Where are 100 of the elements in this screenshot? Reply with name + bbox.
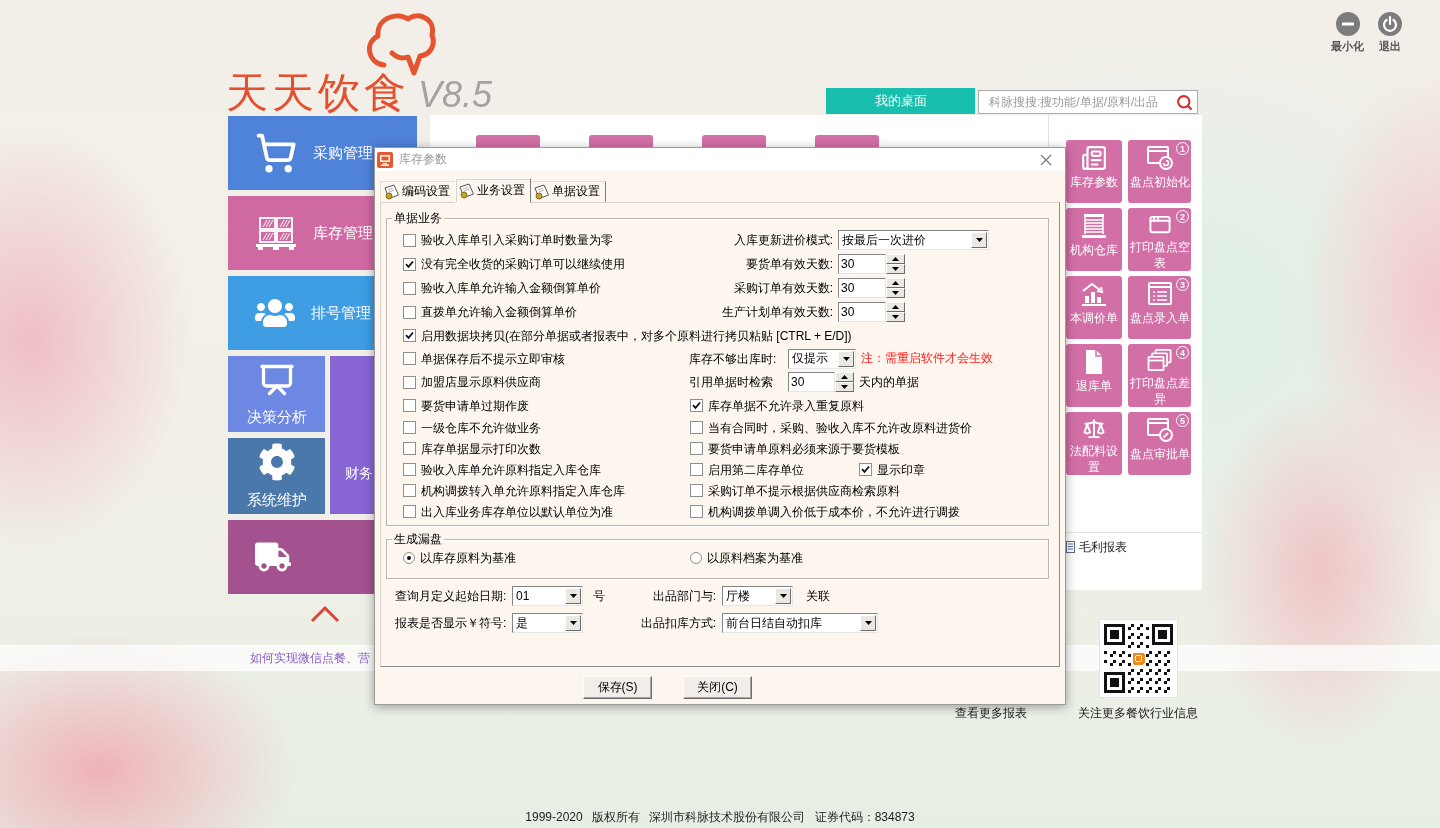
checkbox[interactable] (403, 463, 416, 476)
dropdown-button[interactable] (971, 232, 987, 248)
dropdown-button[interactable] (838, 350, 854, 367)
checkbox[interactable] (403, 399, 416, 412)
caret-down-icon (864, 621, 872, 625)
checkbox[interactable] (859, 463, 872, 476)
power-icon (1378, 12, 1402, 36)
nav-tile[interactable]: 系统维护 (228, 438, 325, 514)
checkbox[interactable] (690, 399, 703, 412)
spin-down-button[interactable] (886, 264, 905, 274)
caret-down-icon (892, 291, 899, 295)
radio-button[interactable] (403, 552, 415, 564)
dropdown-button[interactable] (565, 615, 581, 631)
radio-label: 以库存原料为基准 (420, 551, 516, 565)
spin-down-button[interactable] (886, 288, 905, 298)
function-tile[interactable] (476, 135, 540, 147)
spin-up-button[interactable] (886, 302, 905, 312)
settings-icon (257, 442, 296, 481)
checkbox[interactable] (690, 484, 703, 497)
dropdown-field[interactable]: 是 (512, 613, 583, 633)
spin-up-button[interactable] (835, 372, 854, 382)
dropdown-field[interactable]: 仅提示 (788, 348, 856, 369)
group-title: 生成漏盘 (393, 532, 443, 546)
scale-icon (1081, 417, 1107, 440)
checkbox[interactable] (403, 329, 416, 342)
document-gear-icon (534, 183, 550, 200)
caret-up-icon (892, 305, 899, 309)
setting-label: 采购订单有效天数: (732, 281, 833, 295)
checkbox[interactable] (403, 421, 416, 434)
function-tile[interactable] (815, 135, 879, 147)
checkbox-label: 要货申请单原料必须来源于要货模板 (708, 441, 900, 456)
window-list-icon (1145, 281, 1174, 307)
setting-label: 库存不够出库时: (689, 351, 778, 366)
spin-field[interactable]: 30 (838, 302, 886, 322)
caret-up-icon (892, 257, 899, 261)
bar-chart-icon (1080, 281, 1108, 307)
chevron-up-icon[interactable] (310, 605, 340, 623)
tab[interactable]: 单据设置 (530, 181, 606, 202)
tab[interactable]: 业务设置 (455, 178, 531, 203)
search-icon[interactable] (1176, 93, 1193, 111)
checkbox[interactable] (403, 281, 416, 295)
minimize-button[interactable]: 最小化 (1331, 12, 1364, 54)
dropdown-field[interactable]: 01 (512, 586, 583, 606)
checkbox[interactable] (403, 375, 416, 389)
dropdown-button[interactable] (565, 588, 581, 604)
close-icon (1040, 153, 1052, 166)
dropdown-button[interactable] (860, 615, 876, 631)
spin-up-button[interactable] (886, 254, 905, 264)
checkbox[interactable] (690, 463, 703, 476)
newspaper-icon (1081, 145, 1107, 171)
search-field[interactable]: 科脉搜搜:搜功能/单据/原料/出品 (978, 90, 1198, 114)
tab[interactable]: 编码设置 (380, 181, 456, 202)
spin-up-button[interactable] (886, 278, 905, 288)
shutter-icon (1080, 213, 1108, 239)
checkbox-label: 要货申请单过期作废 (421, 398, 529, 413)
radio-button[interactable] (690, 552, 702, 564)
caret-down-icon (569, 594, 577, 598)
spin-field[interactable]: 30 (788, 372, 835, 392)
logo-name: 天天饮食 (226, 73, 410, 113)
report-link[interactable]: 毛利报表 (1079, 540, 1127, 554)
caret-down-icon (841, 385, 848, 389)
nav-tile[interactable]: 财务 (330, 356, 374, 514)
checkbox[interactable] (403, 505, 416, 518)
spin-field[interactable]: 30 (838, 254, 886, 274)
news-link[interactable]: 如何实现微信点餐、营 (250, 649, 370, 667)
dropdown-button[interactable] (775, 588, 791, 604)
restart-note: 注：需重启软件才会生效 (861, 350, 993, 367)
checkbox[interactable] (690, 421, 703, 434)
more-reports-link[interactable]: 查看更多报表 (955, 706, 1027, 720)
window-refresh-icon (1145, 145, 1174, 171)
checkbox-label: 没有完全收货的采购订单可以继续使用 (421, 257, 625, 271)
minimize-icon (1335, 12, 1360, 36)
checkbox[interactable] (403, 233, 416, 247)
window-icon (1146, 213, 1173, 236)
checkbox[interactable] (403, 352, 416, 365)
exit-button[interactable]: 退出 (1378, 12, 1402, 54)
unit-label: 号 (593, 587, 605, 605)
save-button[interactable]: 保存(S) (583, 676, 652, 699)
checkbox[interactable] (690, 442, 703, 455)
checkbox-label: 启用数据块拷贝(在部分单据或者报表中，对多个原料进行拷贝粘贴 [CTRL + E/D]) (421, 328, 852, 343)
checkbox-label: 启用第二库存单位 (708, 462, 804, 477)
spin-field[interactable]: 30 (838, 278, 886, 298)
close-dialog-button[interactable]: 关闭(C) (683, 676, 752, 699)
checkbox-label: 采购订单不提示根据供应商检索原料 (708, 483, 900, 498)
checkbox-label: 出入库业务库存单位以默认单位为准 (421, 504, 613, 519)
checkbox-label: 验收入库单引入采购订单时数量为零 (421, 233, 613, 247)
dropdown-field[interactable]: 厅楼 (722, 586, 793, 606)
setting-label: 生产计划单有效天数: (720, 305, 833, 319)
checkbox[interactable] (403, 484, 416, 497)
checkbox[interactable] (690, 505, 703, 518)
checkbox[interactable] (403, 305, 416, 319)
function-tile[interactable] (702, 135, 766, 147)
checkbox[interactable] (403, 442, 416, 455)
spin-down-button[interactable] (886, 312, 905, 322)
dropdown-field[interactable]: 按最后一次进价 (838, 230, 989, 250)
caret-down-icon (842, 356, 850, 361)
spin-down-button[interactable] (835, 382, 854, 392)
checkbox[interactable] (403, 257, 416, 271)
dropdown-field[interactable]: 前台日结自动扣库 (722, 613, 878, 633)
function-tile[interactable] (589, 135, 653, 147)
